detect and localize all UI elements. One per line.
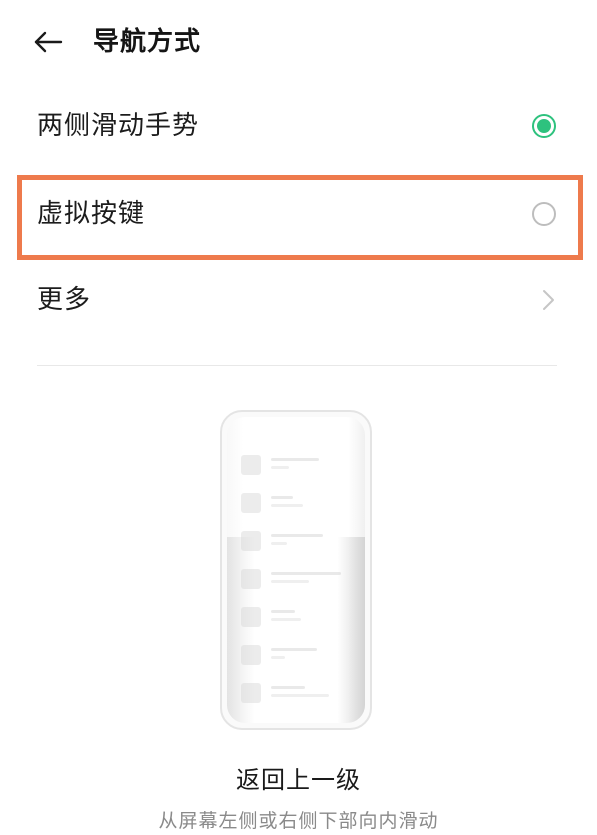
phone-gesture-illustration	[220, 410, 372, 730]
thumbnail-placeholder	[241, 493, 261, 513]
text-placeholder	[271, 504, 303, 507]
option-label: 虚拟按键	[37, 199, 146, 229]
option-gesture-navigation[interactable]: 两侧滑动手势	[0, 84, 597, 168]
back-button[interactable]	[26, 22, 70, 62]
option-virtual-keys[interactable]: 虚拟按键	[0, 172, 597, 256]
gesture-caption-title: 返回上一级	[236, 766, 361, 794]
top-bar: 导航方式	[0, 0, 597, 84]
swipe-shading	[227, 537, 365, 723]
list-item-placeholder	[241, 493, 351, 515]
text-placeholder	[271, 458, 319, 461]
thumbnail-placeholder	[241, 455, 261, 475]
gesture-caption-description: 从屏幕左侧或右侧下部向内滑动	[158, 810, 439, 832]
chevron-right-icon	[543, 290, 554, 310]
radio-selected-icon[interactable]	[532, 114, 556, 138]
option-label: 两侧滑动手势	[37, 111, 200, 141]
page-title: 导航方式	[93, 27, 202, 57]
list-item-placeholder	[241, 455, 351, 477]
option-label: 更多	[37, 285, 92, 315]
text-placeholder	[271, 496, 293, 499]
option-more[interactable]: 更多	[0, 258, 597, 342]
phone-screen	[227, 417, 365, 723]
section-divider	[37, 365, 557, 366]
arrow-left-icon	[34, 31, 63, 53]
radio-unselected-icon[interactable]	[532, 202, 556, 226]
text-placeholder	[271, 466, 289, 469]
